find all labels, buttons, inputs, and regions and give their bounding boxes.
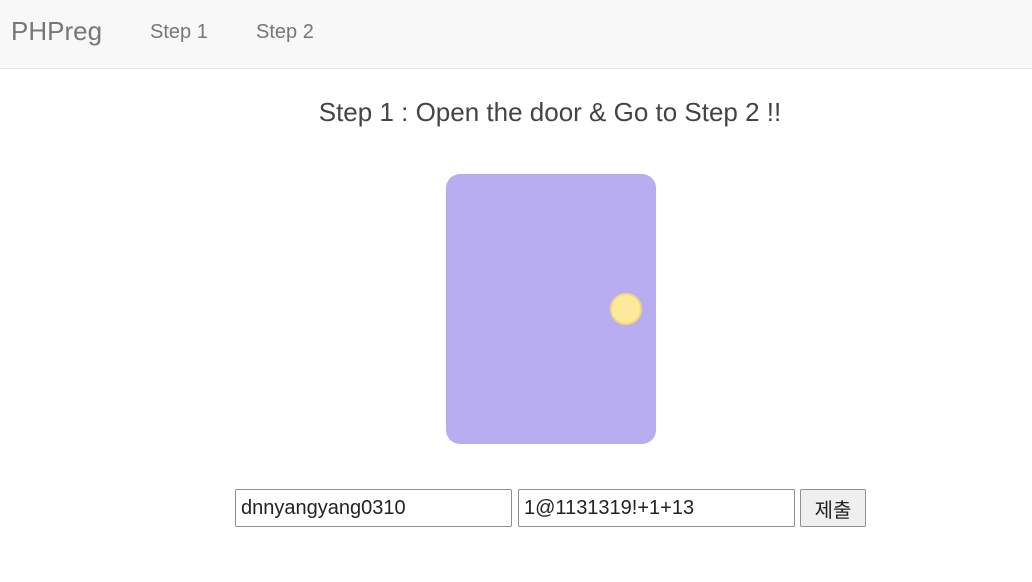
door-knob[interactable] [610,293,642,325]
nav-link-step-2[interactable]: Step 2 [256,20,314,44]
brand-link[interactable]: PHPreg [11,15,102,47]
submit-button[interactable]: 제출 [800,489,866,527]
navbar: PHPreg Step 1 Step 2 [0,0,1032,69]
nav-link-step-1[interactable]: Step 1 [150,20,208,44]
door[interactable] [446,174,656,444]
first-text-input[interactable] [235,489,512,527]
page-heading: Step 1 : Open the door & Go to Step 2 !! [318,97,782,127]
second-text-input[interactable] [518,489,795,527]
